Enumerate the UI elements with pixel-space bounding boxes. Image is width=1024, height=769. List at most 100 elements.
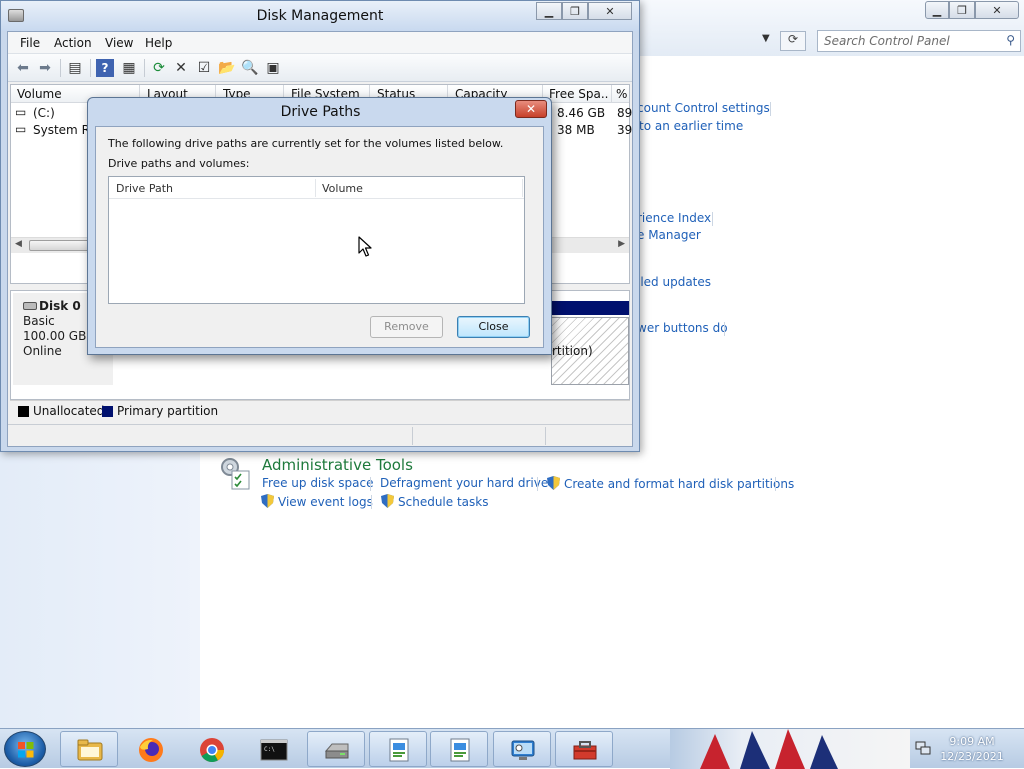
taskbar-disk-drive[interactable] (307, 731, 365, 767)
toolbar-separator (90, 59, 91, 77)
close-button[interactable]: ✕ (975, 1, 1019, 19)
search-placeholder: Search Control Panel (824, 34, 950, 48)
column-header-drive-path[interactable]: Drive Path (116, 182, 173, 195)
firefox-icon (139, 738, 163, 762)
volume-icon: ▭ (15, 105, 27, 119)
taskbar-computer-management[interactable] (493, 731, 551, 767)
taskbar-toolbox[interactable] (555, 731, 613, 767)
link-separator (770, 102, 771, 116)
scroll-right-icon[interactable]: ▶ (618, 239, 625, 249)
properties-view-icon[interactable]: ▤ (66, 59, 84, 77)
windows-logo-icon (18, 742, 34, 758)
open-folder-icon[interactable]: 📂 (218, 59, 236, 77)
restore-earlier-time-link[interactable]: to an earlier time (639, 119, 743, 133)
refresh-icon[interactable]: ⟳ (150, 59, 168, 77)
status-separator (412, 427, 413, 445)
free-space-value: 8.46 GB (557, 106, 606, 120)
column-separator (315, 179, 316, 197)
column-header-percent-free[interactable]: % F (616, 87, 630, 101)
taskbar-file-explorer[interactable] (60, 731, 118, 767)
defragment-link[interactable]: Defragment your hard drive (380, 476, 548, 490)
export-list-icon[interactable]: ▣ (264, 59, 282, 77)
shield-icon (547, 476, 560, 490)
maximize-button[interactable]: ❐ (562, 2, 588, 20)
link-separator (370, 477, 371, 491)
menu-file[interactable]: File (20, 36, 40, 50)
disk-name: Disk 0 (39, 299, 81, 313)
minimize-button[interactable]: ▁ (925, 1, 949, 19)
column-header-volume[interactable]: Volume (17, 87, 62, 101)
taskbar-chrome[interactable] (182, 731, 240, 767)
link-separator (537, 477, 538, 491)
free-disk-space-link[interactable]: Free up disk space (262, 476, 374, 490)
drive-paths-label: Drive paths and volumes: (108, 157, 250, 170)
taskbar: C:\ 9:09 AM 12/23/2021 (0, 728, 1024, 769)
status-separator (545, 427, 546, 445)
menu-view[interactable]: View (105, 36, 133, 50)
properties-icon[interactable]: ☑ (195, 59, 213, 77)
column-header-free-space[interactable]: Free Spa... (549, 87, 609, 101)
column-header-volume[interactable]: Volume (322, 182, 363, 195)
taskbar-command-prompt[interactable]: C:\ (244, 731, 302, 767)
scroll-left-icon[interactable]: ◀ (15, 239, 22, 249)
status-bar (8, 424, 632, 446)
mouse-cursor-icon (358, 236, 372, 257)
percent-free-value: 39 (617, 123, 633, 137)
computer-management-icon (511, 740, 535, 760)
help-icon[interactable]: ? (96, 59, 114, 77)
address-dropdown-icon[interactable]: ▼ (762, 33, 770, 44)
clock-date[interactable]: 12/23/2021 (932, 750, 1012, 763)
disk-management-titlebar[interactable]: Disk Management ▁ ❐ ✕ (1, 1, 639, 31)
create-format-partitions-link[interactable]: Create and format hard disk partitions (547, 476, 794, 491)
drive-paths-list-header: Drive Path Volume (109, 177, 524, 199)
taskbar-control-panel-2[interactable] (430, 731, 488, 767)
account-control-link[interactable]: count Control settings (637, 101, 770, 115)
view-event-logs-label: View event logs (278, 495, 373, 509)
taskbar-control-panel[interactable] (369, 731, 427, 767)
disk-drive-icon (324, 743, 349, 759)
power-buttons-link[interactable]: wer buttons do (637, 321, 728, 335)
minimize-button[interactable]: ▁ (536, 2, 562, 20)
taskbar-firefox[interactable] (121, 731, 179, 767)
administrative-tools-title[interactable]: Administrative Tools (262, 456, 413, 474)
clock-time[interactable]: 9:09 AM (932, 735, 1012, 748)
delete-icon[interactable]: ✕ (172, 59, 190, 77)
remove-button[interactable]: Remove (370, 316, 443, 338)
svg-text:C:\: C:\ (264, 746, 275, 753)
control-panel-icon (389, 738, 409, 762)
search-input[interactable]: Search Control Panel ⚲ (817, 30, 1021, 52)
network-icon[interactable] (915, 740, 931, 756)
maximize-button[interactable]: ❐ (949, 1, 975, 19)
drive-paths-list[interactable]: Drive Path Volume (108, 176, 525, 304)
installed-updates-link[interactable]: lled updates (637, 275, 711, 289)
dialog-body: The following drive paths are currently … (95, 126, 544, 348)
forward-icon[interactable]: ➡ (36, 59, 54, 77)
create-format-partitions-label: Create and format hard disk partitions (564, 477, 795, 491)
schedule-tasks-link[interactable]: Schedule tasks (381, 494, 488, 509)
partition-block[interactable]: rtition) (551, 317, 629, 385)
device-manager-link[interactable]: e Manager (637, 228, 701, 242)
control-panel-icon (450, 738, 470, 762)
column-separator (611, 85, 612, 103)
legend-swatch-unallocated (18, 406, 29, 417)
link-separator (371, 495, 372, 509)
view-event-logs-link[interactable]: View event logs (261, 494, 373, 509)
start-button[interactable] (4, 731, 46, 767)
close-dialog-button[interactable]: Close (457, 316, 530, 338)
toolbar-separator (144, 59, 145, 77)
show-hide-pane-icon[interactable]: ▦ (120, 59, 138, 77)
experience-index-link[interactable]: rience Index (637, 211, 711, 225)
schedule-tasks-label: Schedule tasks (398, 495, 489, 509)
menu-action[interactable]: Action (54, 36, 92, 50)
toolbar: ⬅ ➡ ▤ ? ▦ ⟳ ✕ ☑ 📂 🔍 ▣ (8, 54, 632, 82)
dialog-close-icon[interactable]: ✕ (515, 100, 547, 118)
back-icon[interactable]: ⬅ (14, 59, 32, 77)
command-prompt-icon: C:\ (260, 739, 288, 761)
search-icon[interactable]: 🔍 (241, 59, 259, 77)
refresh-icon[interactable]: ⟳ (780, 31, 806, 51)
search-icon[interactable]: ⚲ (1006, 33, 1015, 47)
menu-help[interactable]: Help (145, 36, 172, 50)
administrative-tools-icon[interactable] (219, 456, 251, 490)
close-button[interactable]: ✕ (588, 2, 632, 20)
primary-partition-bar (551, 301, 629, 315)
